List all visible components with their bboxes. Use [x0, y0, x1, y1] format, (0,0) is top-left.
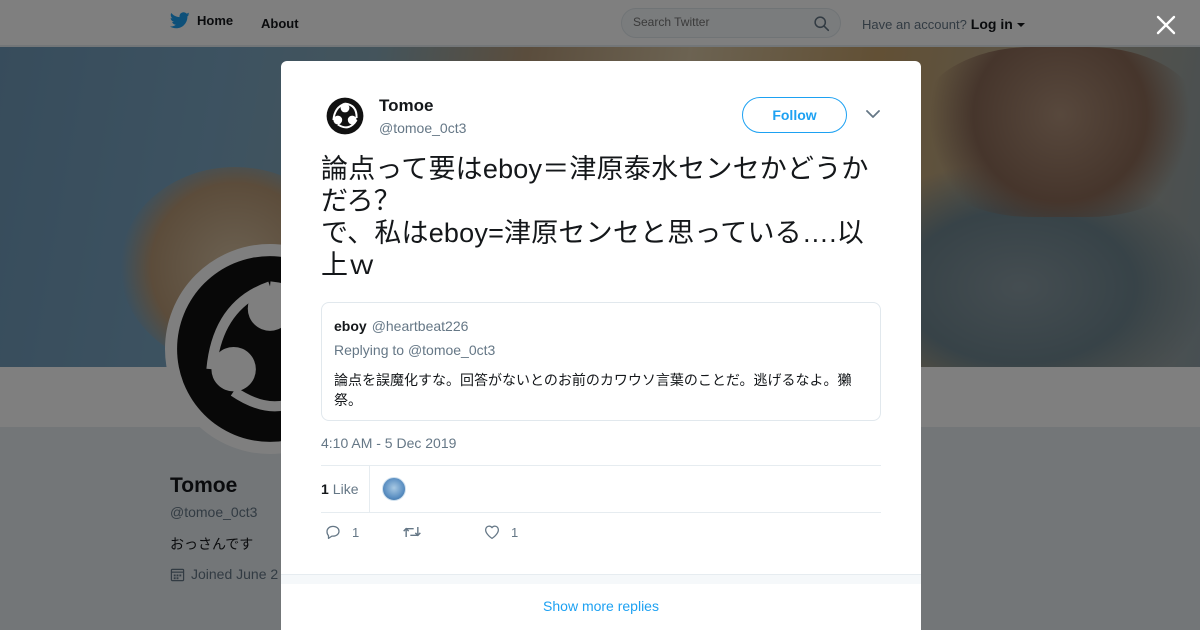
- tweet-author-avatar[interactable]: [325, 96, 365, 136]
- reply-button[interactable]: 1: [324, 523, 359, 541]
- quoted-tweet[interactable]: eboy @heartbeat226 Replying to @tomoe_0c…: [321, 302, 881, 421]
- tweet-author-handle[interactable]: @tomoe_0ct3: [379, 120, 466, 136]
- tweet-header: Tomoe @tomoe_0ct3 Follow: [321, 93, 881, 143]
- chevron-down-icon[interactable]: [866, 109, 880, 119]
- like-count: 1: [511, 524, 519, 540]
- quoted-author-name: eboy: [334, 318, 367, 334]
- reply-icon: [326, 525, 340, 540]
- likes-label: Like: [332, 481, 359, 497]
- close-icon[interactable]: [1154, 13, 1178, 37]
- tweet-actions: 1 1: [321, 523, 881, 547]
- quoted-author-handle: @heartbeat226: [371, 318, 469, 334]
- show-more-replies-link[interactable]: Show more replies: [281, 598, 921, 614]
- tweet-modal: Tomoe @tomoe_0ct3 Follow 論点って要はeboy＝津原泰水…: [281, 61, 921, 630]
- tweet-text: 論点って要はeboy＝津原泰水センセかどうかだろ？ で、私はeboy=津原センセ…: [321, 154, 869, 280]
- replying-handle[interactable]: @tomoe_0ct3: [408, 342, 495, 358]
- retweet-button[interactable]: [402, 523, 422, 541]
- tweet-author-name[interactable]: Tomoe: [379, 96, 433, 116]
- heart-icon: [484, 525, 500, 540]
- reply-count: 1: [352, 524, 360, 540]
- quoted-tweet-text: 論点を誤魔化すな。回答がないとのお前のカワウソ言葉のことだ。逃げるなよ。獺祭。: [334, 372, 852, 408]
- likes-stat[interactable]: 1 Like: [321, 466, 370, 512]
- like-button[interactable]: 1: [483, 523, 518, 541]
- quoted-replying-to: Replying to @tomoe_0ct3: [334, 342, 495, 358]
- likes-count: 1: [321, 481, 329, 497]
- replying-prefix: Replying to: [334, 342, 405, 358]
- tweet-stats: 1 Like: [321, 465, 881, 513]
- replies-divider: [281, 574, 921, 584]
- follow-button[interactable]: Follow: [742, 97, 847, 133]
- retweet-icon: [403, 527, 421, 537]
- quoted-tweet-header: eboy @heartbeat226: [334, 318, 468, 334]
- tomoe-logo-icon: [326, 97, 364, 135]
- tweet-timestamp[interactable]: 4:10 AM - 5 Dec 2019: [321, 435, 456, 451]
- liker-avatar[interactable]: [382, 477, 406, 501]
